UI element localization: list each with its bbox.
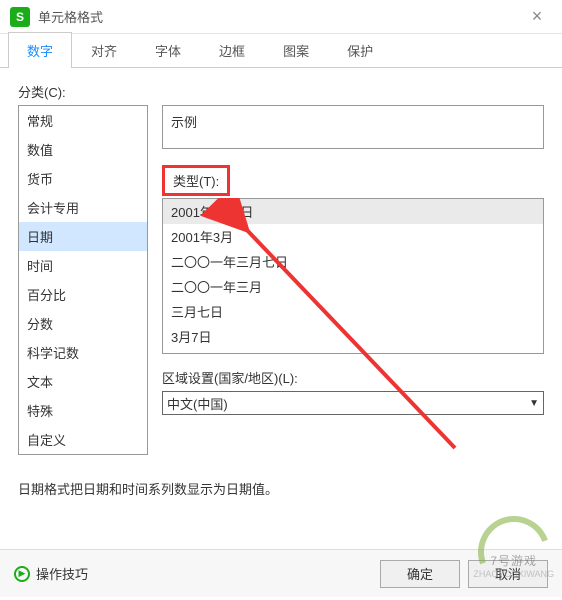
category-item-number[interactable]: 数值 xyxy=(19,135,147,164)
locale-select[interactable]: 中文(中国) ▼ xyxy=(162,391,544,415)
tab-font[interactable]: 字体 xyxy=(136,32,200,68)
play-icon: ▶ xyxy=(14,566,30,582)
tab-align[interactable]: 对齐 xyxy=(72,32,136,68)
category-item-special[interactable]: 特殊 xyxy=(19,396,147,425)
category-item-time[interactable]: 时间 xyxy=(19,251,147,280)
category-item-accounting[interactable]: 会计专用 xyxy=(19,193,147,222)
type-item[interactable]: 三月七日 xyxy=(163,299,543,324)
type-item[interactable]: 二〇〇一年三月七日 xyxy=(163,249,543,274)
type-label: 类型(T): xyxy=(162,165,230,196)
example-label: 示例 xyxy=(171,115,197,130)
tab-border[interactable]: 边框 xyxy=(200,32,264,68)
app-icon: S xyxy=(10,7,30,27)
close-icon[interactable]: × xyxy=(522,2,552,32)
type-item[interactable]: 2001年3月 xyxy=(163,224,543,249)
example-box: 示例 xyxy=(162,105,544,149)
category-label: 分类(C): xyxy=(18,82,544,101)
category-item-text[interactable]: 文本 xyxy=(19,367,147,396)
category-item-general[interactable]: 常规 xyxy=(19,106,147,135)
dialog-footer: ▶ 操作技巧 确定 取消 xyxy=(0,549,562,597)
tab-number[interactable]: 数字 xyxy=(8,32,72,68)
window-title: 单元格格式 xyxy=(38,7,522,26)
category-list[interactable]: 常规 数值 货币 会计专用 日期 时间 百分比 分数 科学记数 文本 特殊 自定… xyxy=(18,105,148,455)
tab-bar: 数字 对齐 字体 边框 图案 保护 xyxy=(0,34,562,68)
content-panel: 分类(C): 常规 数值 货币 会计专用 日期 时间 百分比 分数 科学记数 文… xyxy=(0,68,562,508)
category-item-fraction[interactable]: 分数 xyxy=(19,309,147,338)
description-text: 日期格式把日期和时间系列数显示为日期值。 xyxy=(18,479,544,498)
category-item-percent[interactable]: 百分比 xyxy=(19,280,147,309)
type-item[interactable]: 2001年3月7日 xyxy=(163,199,543,224)
tips-link[interactable]: ▶ 操作技巧 xyxy=(14,564,88,583)
type-item[interactable]: 二〇〇一年三月 xyxy=(163,274,543,299)
locale-value: 中文(中国) xyxy=(167,394,228,413)
category-item-date[interactable]: 日期 xyxy=(19,222,147,251)
type-list[interactable]: 2001年3月7日 2001年3月 二〇〇一年三月七日 二〇〇一年三月 三月七日… xyxy=(162,198,544,354)
tips-label: 操作技巧 xyxy=(36,564,88,583)
category-item-custom[interactable]: 自定义 xyxy=(19,425,147,454)
tab-pattern[interactable]: 图案 xyxy=(264,32,328,68)
category-item-currency[interactable]: 货币 xyxy=(19,164,147,193)
chevron-down-icon: ▼ xyxy=(529,398,539,409)
cancel-button[interactable]: 取消 xyxy=(468,560,548,588)
type-item[interactable]: 3月7日 xyxy=(163,324,543,349)
type-item[interactable]: 星期三 xyxy=(163,349,543,354)
title-bar: S 单元格格式 × xyxy=(0,0,562,34)
category-item-scientific[interactable]: 科学记数 xyxy=(19,338,147,367)
ok-button[interactable]: 确定 xyxy=(380,560,460,588)
tab-protect[interactable]: 保护 xyxy=(328,32,392,68)
locale-label: 区域设置(国家/地区)(L): xyxy=(162,368,544,387)
